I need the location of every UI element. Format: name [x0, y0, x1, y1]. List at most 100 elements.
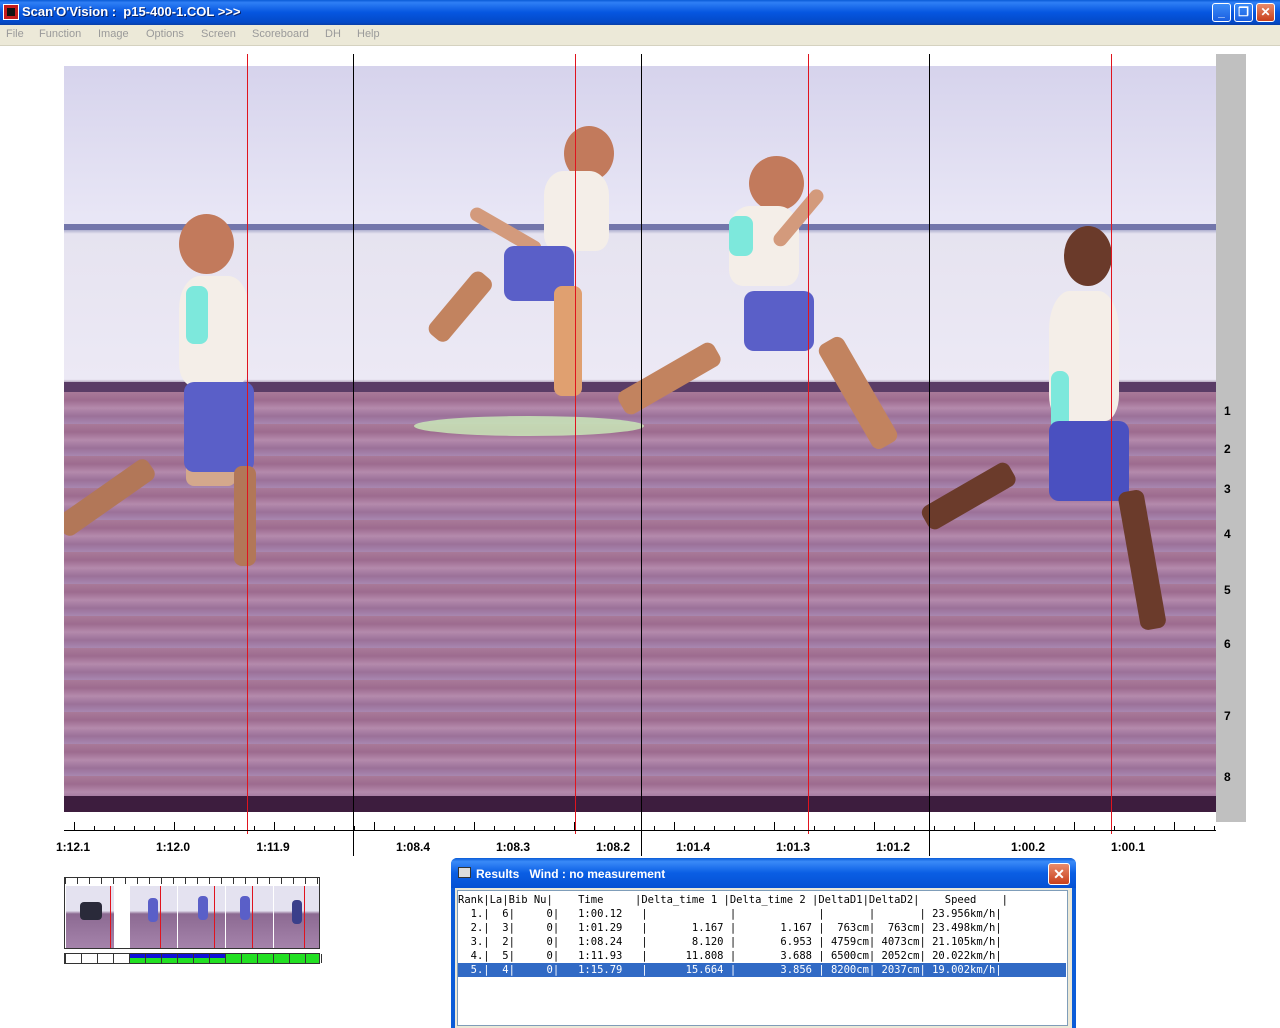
progress-cell-divider — [193, 954, 194, 963]
axis-tick — [794, 826, 795, 831]
ruler-tick — [221, 878, 222, 884]
ruler-tick — [293, 878, 294, 884]
progress-cell-divider — [289, 954, 290, 963]
thumbnail-ruler — [65, 878, 319, 885]
axis-tick — [314, 826, 315, 831]
time-label: 1:12.0 — [155, 840, 191, 854]
finish-line-marker[interactable] — [575, 54, 576, 834]
axis-tick — [194, 826, 195, 831]
axis-tick — [854, 826, 855, 831]
axis-tick — [174, 822, 175, 831]
progress-cell-divider — [65, 954, 66, 963]
ruler-tick — [233, 878, 234, 884]
menu-screen[interactable]: Screen — [201, 28, 236, 40]
scan-progress-bar[interactable] — [64, 953, 322, 964]
results-title-bar[interactable]: Results Wind : no measurement ✕ — [451, 858, 1076, 888]
ruler-tick — [101, 878, 102, 884]
track-edge — [64, 796, 1216, 812]
time-label: 1:12.1 — [55, 840, 91, 854]
minimize-button[interactable]: _ — [1212, 3, 1231, 22]
lane-number: 6 — [1224, 637, 1231, 651]
printer-icon[interactable] — [458, 867, 471, 878]
axis-tick — [434, 826, 435, 831]
time-label: 1:01.4 — [675, 840, 711, 854]
axis-tick — [974, 822, 975, 831]
menu-dh[interactable]: DH — [325, 28, 341, 40]
progress-cell-divider — [305, 954, 306, 963]
axis-tick — [1074, 822, 1075, 831]
results-table[interactable]: Rank|La|Bib Nu| Time |Delta_time 1 |Delt… — [457, 890, 1068, 1026]
progress-cell-divider — [241, 954, 242, 963]
table-row[interactable]: 1.| 6| 0| 1:00.12 | | | | | 23.956km/h| — [458, 907, 1066, 921]
menu-function[interactable]: Function — [39, 28, 81, 40]
time-label: 1:00.1 — [1110, 840, 1146, 854]
menu-scoreboard[interactable]: Scoreboard — [252, 28, 309, 40]
axis-tick — [374, 822, 375, 831]
axis-tick — [414, 826, 415, 831]
results-window: Results Wind : no measurement ✕ Rank|La|… — [451, 858, 1076, 1028]
panel-divider — [353, 54, 354, 856]
lane-scale — [1216, 54, 1246, 822]
app-icon[interactable] — [3, 4, 19, 20]
thumbnail[interactable] — [225, 886, 274, 948]
overview-thumbnails[interactable] — [64, 877, 320, 949]
ruler-tick — [161, 878, 162, 884]
ruler-tick — [281, 878, 282, 884]
menu-help[interactable]: Help — [357, 28, 380, 40]
axis-tick — [714, 826, 715, 831]
progress-cell-divider — [257, 954, 258, 963]
table-row[interactable]: 2.| 3| 0| 1:01.29 | 1.167 | 1.167 | 763c… — [458, 921, 1066, 935]
axis-tick — [494, 826, 495, 831]
axis-tick — [1134, 826, 1135, 831]
menu-options[interactable]: Options — [146, 28, 184, 40]
photo-finish-image[interactable] — [64, 66, 1216, 812]
close-icon[interactable]: ✕ — [1048, 863, 1070, 885]
axis-tick — [814, 826, 815, 831]
axis-tick — [1154, 826, 1155, 831]
thumbnail[interactable] — [273, 886, 319, 948]
axis-tick — [874, 822, 875, 831]
maximize-button[interactable]: ❐ — [1234, 3, 1253, 22]
axis-tick — [254, 826, 255, 831]
axis-tick — [214, 826, 215, 831]
axis-tick — [334, 826, 335, 831]
time-label: 1:08.2 — [595, 840, 631, 854]
close-button[interactable]: ✕ — [1256, 3, 1275, 22]
ruler-tick — [89, 878, 90, 884]
ruler-tick — [113, 878, 114, 884]
axis-tick — [734, 826, 735, 831]
ruler-tick — [65, 878, 66, 884]
progress-cell-divider — [225, 954, 226, 963]
ruler-tick — [77, 878, 78, 884]
thumbnail[interactable] — [129, 886, 178, 948]
axis-tick — [654, 826, 655, 831]
runner-figure — [64, 206, 304, 586]
ruler-tick — [125, 878, 126, 884]
menu-file[interactable]: File — [6, 28, 24, 40]
panel-divider — [641, 54, 642, 856]
ruler-tick — [269, 878, 270, 884]
axis-tick — [594, 826, 595, 831]
axis-tick — [74, 822, 75, 831]
table-row-selected[interactable]: 5.| 4| 0| 1:15.79 | 15.664 | 3.856 | 820… — [458, 963, 1066, 977]
axis-tick — [774, 822, 775, 831]
thumbnail[interactable] — [177, 886, 226, 948]
axis-tick — [574, 822, 575, 831]
table-row[interactable]: 4.| 5| 0| 1:11.93 | 11.808 | 3.688 | 650… — [458, 949, 1066, 963]
thumbnail[interactable] — [65, 886, 114, 948]
ruler-tick — [209, 878, 210, 884]
axis-tick — [1194, 826, 1195, 831]
axis-tick — [634, 826, 635, 831]
axis-tick — [1094, 826, 1095, 831]
axis-tick — [554, 826, 555, 831]
menu-image[interactable]: Image — [98, 28, 129, 40]
finish-line-marker[interactable] — [808, 54, 809, 834]
finish-line-marker[interactable] — [247, 54, 248, 834]
axis-tick — [394, 826, 395, 831]
ruler-tick — [257, 878, 258, 884]
axis-tick — [894, 826, 895, 831]
table-row[interactable]: 3.| 2| 0| 1:08.24 | 8.120 | 6.953 | 4759… — [458, 935, 1066, 949]
axis-tick — [514, 826, 515, 831]
axis-tick — [234, 826, 235, 831]
finish-line-marker[interactable] — [1111, 54, 1112, 834]
